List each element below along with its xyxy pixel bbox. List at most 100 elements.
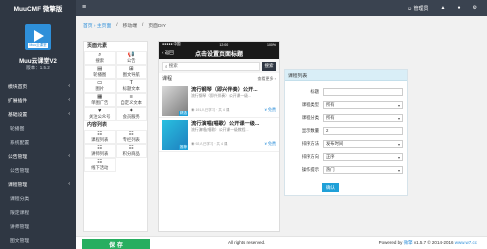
version-label: 版本：1.5.2 [26,65,50,70]
confirm-button[interactable]: 确认 [322,183,339,192]
palette-section-title: 内容列表 [87,122,108,128]
powered-brand-link[interactable]: 微擎 [404,240,413,245]
palette-item-course-list[interactable]: ☷ 课程列表 [84,130,116,144]
course-section-title: 课程 [162,76,173,82]
sort-direction-select[interactable]: 正序 ▾ [323,152,403,161]
sidebar-item-carousel[interactable]: 轮播图 [0,121,76,135]
profile-icon[interactable]: ● [457,5,460,11]
display-count-input[interactable]: 2 [323,126,403,135]
course-section-header: 课程 查看更多 › [159,73,279,84]
form-row-course-type: 课程类型 所有 ▾ [285,98,407,111]
course-category-select[interactable]: 所有 ▾ [323,113,403,122]
palette-item-single-ad[interactable]: ▦ 单图广告 [84,93,116,107]
palette-section-title: 页面元素 [87,43,108,49]
form-row-title: 标题 [285,85,407,98]
course-tag: 精选 [179,111,188,116]
phone-search-input[interactable]: ⌕ 搜索 [162,61,260,71]
palette-item-points-goods[interactable]: ☷ 积分商品 [115,144,147,158]
course-price: ¥ 免费 [264,107,276,112]
course-desc: 流行钢琴（即兴伴奏）公开课一级... [191,94,252,98]
form-row-course-category: 课程分类 所有 ▾ [285,111,407,124]
sidebar-item-module-home[interactable]: 模块首页 ‹ [0,79,76,93]
form-row-sort-direction: 排序方向 正序 ▾ [285,150,407,163]
palette-item-teacher-list[interactable]: ☷ 讲师列表 [84,144,116,158]
form-row-sort-method: 排序方法 发布时间 ▾ [285,137,407,150]
chevron-down-icon: ▾ [397,102,400,108]
palette-item-offline-event[interactable]: ☷ 线下活动 [84,158,116,172]
back-button[interactable]: ‹ 返回 [162,50,174,56]
breadcrumb-mobile[interactable]: 移动端 [123,22,137,29]
phone-page-title[interactable]: ‹ 返回 点击设置页面标题 [159,47,279,59]
palette-item-member[interactable]: ✦ 会员服务 [115,107,147,121]
chevron-icon: ‹ [68,181,70,187]
form-row-tip: 操作提示 热门 ▾ [285,163,407,176]
title-input[interactable] [323,87,403,96]
course-list-item[interactable]: 精选 流行钢琴（即兴伴奏）公开... 流行钢琴（即兴伴奏）公开课一级... ◉ … [159,84,279,118]
course-thumbnail: 推荐 [162,120,188,150]
admin-user-link[interactable]: ☺ 管理员 [407,5,429,12]
view-more-link[interactable]: 查看更多 › [258,76,276,82]
palette-item-column-list[interactable]: ☷ 专栏列表 [115,130,147,144]
breadcrumb: 首页 › 主页面 / 移动端 / 页面DIY [83,20,166,30]
menu-icon[interactable]: ≡ [82,4,90,12]
sidebar-item-notice-manage[interactable]: 公告管理 [0,163,76,177]
panel-title: 课程列表 [285,70,407,81]
course-tag: 推荐 [179,145,188,150]
breadcrumb-home[interactable]: 首页 › 主页面 [83,22,111,29]
course-title: 流行钢琴（即兴伴奏）公开... [191,87,258,93]
sidebar-item-plugins[interactable]: 扩展插件 ‹ [0,93,76,107]
copyright-text: All rights reserved. [228,240,266,245]
sidebar: Muu云课堂 Muu云课堂V2 版本：1.5.2 模块首页 ‹ 扩展插件 ‹ 基础设… [0,16,76,249]
sidebar-item-limited-course[interactable]: 限定课程 [0,205,76,219]
palette-item-follow[interactable]: ♥ 关注公众号 [84,107,116,121]
phone-search-module[interactable]: ⌕ 搜索 搜索 [159,59,279,73]
course-meta: ◉ 191人已学习 · 共 4 课 [191,108,230,112]
palette-item-title-text[interactable]: T 标题文本 [115,79,147,93]
palette-item-carousel[interactable]: ▤ 轮播图 [84,65,116,79]
sidebar-item-notice-group[interactable]: 公告管理 ‹ [0,149,76,163]
palette-item-search[interactable]: ⌕ 搜索 [84,51,116,65]
phone-preview: ●●●●● 中国 12:00 100% ‹ 返回 点击设置页面标题 ⌕ 搜索 搜… [158,41,280,232]
course-list-settings-panel: 课程列表 标题 课程类型 所有 ▾ 课程分类 所有 ▾ 显示数量 2 排序方法 发布… [284,69,408,196]
palette-item-custom-text[interactable]: ≡ 自定义文本 [115,93,147,107]
chevron-down-icon: ▾ [397,167,400,173]
course-title: 流行演唱(唱歌）公开课一级... [191,121,260,127]
course-price: ¥ 免费 [264,141,276,146]
breadcrumb-separator: / [116,22,118,28]
powered-url-link[interactable]: www.w7.cc [455,240,477,245]
chevron-down-icon: ▾ [397,141,400,147]
breadcrumb-separator: / [142,22,144,28]
notification-icon[interactable]: ▲ [441,5,446,11]
sort-method-select[interactable]: 发布时间 ▾ [323,139,403,148]
sidebar-item-course-category[interactable]: 课程分类 [0,191,76,205]
settings-icon[interactable]: ⚙ [473,5,477,11]
sidebar-nav: 模块首页 ‹ 扩展插件 ‹ 基础设置 ‹ 轮播图 系统配置 公告管理 ‹ 公告管理 课程… [0,79,76,247]
save-button[interactable]: 保 存 [82,239,150,249]
sidebar-item-teacher-manage[interactable]: 讲师管理 [0,219,76,233]
sidebar-item-article-manage[interactable]: 图文管理 [0,233,76,247]
site-name: Muu云课堂V2 [19,59,57,65]
palette-item-image[interactable]: ▭ 图片 [84,79,116,93]
phone-search-button[interactable]: 搜索 [262,61,276,71]
top-bar: MuuCMF 微擎版 ≡ ☺ 管理员 ▲ ● ⚙ [0,0,487,16]
course-type-select[interactable]: 所有 ▾ [323,100,403,109]
sidebar-item-basic-settings[interactable]: 基础设置 ‹ [0,107,76,121]
sidebar-item-system-config[interactable]: 系统配置 [0,135,76,149]
brand-logo[interactable]: MuuCMF 微擎版 [0,0,76,16]
course-meta: ◉ 92人已学习 · 共 4 课 [191,142,228,146]
sidebar-item-course-group[interactable]: 课程管理 ‹ [0,177,76,191]
palette-item-nav[interactable]: ⊞ 图文导航 [115,65,147,79]
course-desc: 流行演唱(唱歌）公开课一级教程... [191,128,249,132]
palette-item-notice[interactable]: 📢 公告 [115,51,147,65]
top-right-tools: ☺ 管理员 ▲ ● ⚙ [407,0,477,16]
module-logo: Muu云课堂 [25,24,51,50]
chevron-icon: ‹ [68,111,70,117]
breadcrumb-page-diy: 页面DIY [148,23,166,29]
form-row-display-count: 显示数量 2 [285,124,407,137]
powered-by: Powered by 微擎 v1.5.7 © 2014-2016 www.w7.… [378,240,477,245]
course-list-item[interactable]: 推荐 流行演唱(唱歌）公开课一级... 流行演唱(唱歌）公开课一级教程... ◉… [159,118,279,152]
logo-text: Muu云课堂 [28,43,48,48]
tip-select[interactable]: 热门 ▾ [323,165,403,174]
play-icon [34,30,44,42]
element-palette: 页面元素 ⌕ 搜索 📢 公告 ▤ 轮播图 ⊞ 图文导航 ▭ 图片 T 标题文本 ▦ 单图广告 … [83,41,148,232]
